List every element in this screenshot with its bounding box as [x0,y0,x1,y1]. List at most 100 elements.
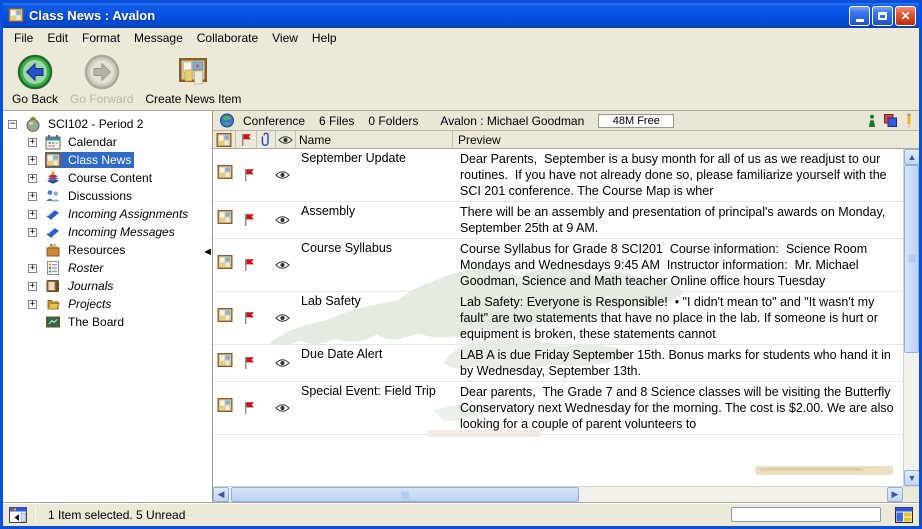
news-item-row-due-date-alert[interactable]: Due Date AlertLAB A is due Friday Septem… [213,345,903,382]
row-icons [213,292,298,344]
sidebar-item-projects[interactable]: +Projects [3,295,212,313]
news-item-name[interactable]: Assembly [298,202,455,238]
title-bar: Class News : Avalon ✕ [3,3,919,28]
calendar-icon [45,134,61,150]
row-icons [213,239,298,291]
menu-message[interactable]: Message [127,29,190,47]
horizontal-scroll-thumb[interactable] [231,487,579,502]
sidebar-item-label: Discussions [65,188,135,204]
flag-icon [243,311,255,325]
flag-icon [243,401,255,415]
column-flag[interactable] [236,131,257,148]
news-item-name[interactable]: September Update [298,149,455,201]
sidebar-item-calendar[interactable]: + Calendar [3,133,212,151]
pencil-icon[interactable] [905,113,913,128]
minimize-button[interactable] [849,6,870,26]
column-read-status[interactable] [276,131,296,148]
news-item-name[interactable]: Special Event: Field Trip [298,382,455,434]
create-news-item-label: Create News Item [145,92,241,106]
close-button[interactable]: ✕ [895,6,916,26]
scroll-down-icon[interactable]: ▼ [904,470,919,486]
column-preview[interactable]: Preview [453,131,919,148]
sidebar-item-resources[interactable]: Resources [3,241,212,259]
news-item-row-course-syllabus[interactable]: Course SyllabusCourse Syllabus for Grade… [213,239,903,292]
maximize-button[interactable] [872,6,893,26]
sidebar-item-the-board[interactable]: The Board [3,313,212,331]
expand-toggle-icon[interactable]: + [28,264,37,273]
menu-view[interactable]: View [265,29,305,47]
bulletin-board-icon [217,352,233,368]
expand-toggle-icon[interactable]: + [28,210,37,219]
menu-format[interactable]: Format [75,29,127,47]
expand-toggle-icon[interactable]: + [28,174,37,183]
news-item-row-lab-safety[interactable]: Lab SafetyLab Safety: Everyone is Respon… [213,292,903,345]
menu-file[interactable]: File [7,29,40,47]
news-item-preview: Dear Parents, September is a busy month … [455,149,903,201]
menu-collaborate[interactable]: Collaborate [190,29,265,47]
column-name[interactable]: Name [296,131,453,148]
expand-toggle-icon[interactable]: + [28,228,37,237]
news-item-name[interactable]: Lab Safety [298,292,455,344]
sidebar-item-class-news[interactable]: +Class News [3,151,212,169]
window-list-icon[interactable] [9,507,27,523]
row-icons [213,345,298,381]
sidebar-item-incoming-messages[interactable]: +Incoming Messages [3,223,212,241]
horizontal-scroll-track[interactable] [579,487,887,502]
scroll-left-icon[interactable]: ◀ [213,487,229,502]
scroll-up-icon[interactable]: ▲ [904,149,919,165]
news-item-name[interactable]: Course Syllabus [298,239,455,291]
row-icons [213,202,298,238]
scroll-right-icon[interactable]: ▶ [887,487,903,502]
sidebar-item-discussions[interactable]: + Discussions [3,187,212,205]
bulletin-board-icon [217,164,233,180]
news-panel: Conference 6 Files 0 Folders Avalon : Mi… [213,111,919,502]
splitter-collapse-arrow[interactable]: ◄ [202,247,213,258]
sidebar-item-roster[interactable]: +Roster [3,259,212,277]
news-item-row-special-event-field-trip[interactable]: Special Event: Field TripDear parents, T… [213,382,903,435]
vertical-scrollbar[interactable]: ▲ ▼ [903,149,919,486]
layers-icon[interactable] [883,113,898,128]
expand-toggle-icon[interactable]: + [28,192,37,201]
eye-icon [278,135,293,145]
news-item-row-september-update[interactable]: September UpdateDear Parents, September … [213,149,903,202]
scrollbar-corner [903,487,919,502]
sidebar-tree: ◄ −SCI102 - Period 2 + Calendar+Class News… [3,111,213,502]
collapse-toggle-icon[interactable]: − [8,120,17,129]
eye-icon [275,215,290,225]
app-window: Class News : Avalon ✕ FileEditFormatMess… [0,0,922,529]
expand-toggle-icon[interactable]: + [28,282,37,291]
news-item-row-assembly[interactable]: AssemblyThere will be an assembly and pr… [213,202,903,239]
go-back-button[interactable]: Go Back [9,52,61,107]
news-item-preview: Dear parents, The Grade 7 and 8 Science … [455,382,903,434]
status-bar: 1 Item selected. 5 Unread [3,502,919,526]
horizontal-scrollbar[interactable]: ◀ ▶ [213,486,919,502]
row-icons [213,149,298,201]
news-item-preview: Lab Safety: Everyone is Responsible! • "… [455,292,903,344]
expand-toggle-icon[interactable]: + [28,156,37,165]
eye-icon [275,260,290,270]
sidebar-item-sci102-period-2[interactable]: −SCI102 - Period 2 [3,115,212,133]
column-item-icon[interactable] [213,131,236,148]
column-attachment[interactable] [257,131,276,148]
resources-box-icon [45,242,61,258]
status-separator [35,507,36,523]
expand-toggle-icon[interactable]: + [28,138,37,147]
person-icon[interactable] [868,114,876,128]
sidebar-item-course-content[interactable]: +Course Content [3,169,212,187]
sidebar-item-label: Journals [65,278,116,294]
conference-type-label: Conference [243,114,305,128]
tray-window-icon[interactable] [895,507,913,523]
expand-toggle-icon[interactable]: + [28,300,37,309]
sidebar-item-journals[interactable]: + Journals [3,277,212,295]
sidebar-item-label: Calendar [65,134,120,150]
create-news-item-button[interactable]: Create News Item [142,52,244,107]
news-item-name[interactable]: Due Date Alert [298,345,455,381]
bulletin-board-icon [217,397,233,413]
free-space-indicator: 48M Free [598,114,674,128]
menu-edit[interactable]: Edit [40,29,75,47]
status-progress-field [731,507,881,522]
vertical-scroll-thumb[interactable] [904,165,919,353]
menu-help[interactable]: Help [305,29,344,47]
go-forward-button[interactable]: Go Forward [67,52,136,107]
sidebar-item-incoming-assignments[interactable]: +Incoming Assignments [3,205,212,223]
